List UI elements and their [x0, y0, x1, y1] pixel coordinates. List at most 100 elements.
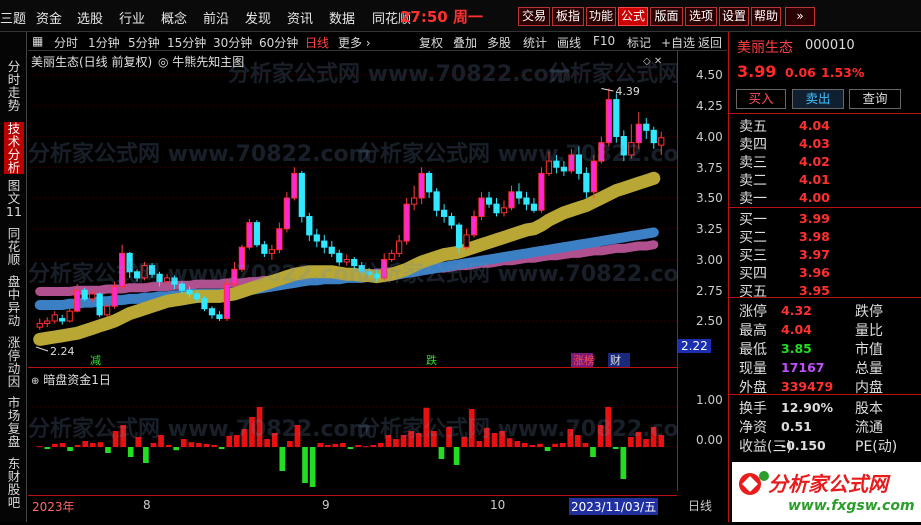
expand-icon[interactable]: ⊕ [31, 376, 39, 387]
candle-body [650, 129, 657, 144]
pane-settings-icon[interactable]: ◇ ✕ [643, 56, 662, 67]
menu-item-funds[interactable]: 资金 [36, 8, 62, 27]
candle-body [336, 252, 343, 263]
period-tab-1min[interactable]: 1分钟 [88, 34, 120, 51]
ask-price: 4.03 [799, 136, 830, 151]
settings-button[interactable]: 设置 [719, 7, 749, 26]
candle-body [470, 215, 478, 236]
candle-body [216, 314, 223, 320]
fund-bar [544, 447, 551, 451]
tool-draw[interactable]: 画线 [557, 34, 581, 51]
event-mark[interactable]: 减 [90, 354, 101, 367]
stat-value: 12.90% [781, 400, 834, 415]
formula-button[interactable]: 公式 [618, 7, 648, 26]
fund-bar [173, 447, 180, 451]
menu-item-frontier[interactable]: 前沿 [203, 8, 229, 27]
event-mark[interactable]: 财 [610, 353, 621, 367]
fund-bar [59, 443, 66, 447]
watermark-text: 分析家公式网 www.70822.com [228, 61, 572, 87]
more-menu-button[interactable]: » [785, 7, 815, 26]
sidebar-intraday-moves[interactable]: 盘中异动 [4, 275, 24, 327]
layout-button[interactable]: 版面 [650, 7, 683, 26]
buy-button[interactable]: 买入 [736, 89, 786, 109]
candle-body [478, 197, 485, 217]
stat-label: 换手 [739, 401, 767, 417]
price-change-pct: 1.53% [821, 65, 865, 80]
sidebar-intraday[interactable]: 分时走势 [4, 60, 24, 112]
watermark-text: 分析家公式网 www.70822.com [358, 261, 677, 287]
period-tab-5min[interactable]: 5分钟 [128, 34, 160, 51]
stat-label: 净资 [739, 420, 767, 436]
candlestick-chart[interactable]: 4.392.24减跌涨榜 财分析家公式网 www.70822.com分析家公式网 … [28, 51, 892, 367]
period-tab-15min[interactable]: 15分钟 [167, 34, 206, 51]
price-axis-label: 3.75 [696, 161, 723, 175]
candle-body [223, 283, 231, 320]
event-mark[interactable]: 跌 [426, 353, 437, 367]
ask-label: 卖五 [739, 119, 767, 135]
main-chart-pane[interactable]: 4.39 2.24 减跌涨榜财分析家公式网 www.70822.com 分析家公式网 … [28, 51, 892, 367]
tool-back[interactable]: 返回 [698, 34, 722, 51]
tool-stats[interactable]: 统计 [523, 34, 547, 51]
period-tab-intraday[interactable]: 分时 [54, 34, 78, 51]
ask-price: 4.04 [799, 118, 830, 133]
price-axis-label: 3.00 [696, 253, 723, 267]
menu-item-concept[interactable]: 概念 [161, 8, 187, 27]
indicator-name[interactable]: ◎ 牛熊先知主图 [158, 55, 244, 69]
low-pointer [35, 346, 49, 352]
sub-axis-label: 1.00 [696, 393, 723, 407]
fund-bar [89, 443, 96, 447]
sidebar-tech-analysis[interactable]: 技术分析 [4, 122, 24, 174]
candle-body [403, 203, 410, 242]
trade-button[interactable]: 交易 [518, 7, 550, 26]
candle-body [186, 289, 193, 295]
period-tag: 日线 [688, 499, 713, 513]
fund-bar [302, 447, 308, 483]
sub-chart-pane[interactable]: 分析家公式网 www.70822.com 分析家公式网 www.70822.com [28, 367, 702, 496]
fund-bar [552, 443, 558, 447]
price-axis: 4.50 4.25 4.00 3.75 3.50 3.25 3.00 2.75 2.50 2.22… [677, 51, 727, 491]
candle-body [583, 172, 590, 193]
function-button[interactable]: 功能 [586, 7, 616, 26]
index-button[interactable]: 板指 [552, 7, 584, 26]
tool-adjust[interactable]: 复权 [419, 34, 443, 51]
options-button[interactable]: 选项 [685, 7, 717, 26]
menu-item-industry[interactable]: 行业 [119, 8, 145, 27]
tool-add-watchlist[interactable]: +自选 [661, 34, 695, 51]
sidebar-ths[interactable]: 同花顺 [4, 227, 24, 266]
fund-bar [74, 445, 81, 447]
sidebar-market-review[interactable]: 市场复盘 [4, 396, 24, 448]
tool-f10[interactable]: F10 [593, 34, 615, 48]
sidebar-limit-reasons[interactable]: 涨停动因 [4, 336, 24, 388]
candle-body [515, 191, 523, 199]
fund-bar [36, 446, 43, 448]
period-tab-daily[interactable]: 日线 [305, 34, 329, 51]
menu-item-select[interactable]: 选股 [77, 8, 103, 27]
dark-fund-chart[interactable]: 分析家公式网 www.70822.com分析家公式网 www.70822.com [28, 368, 702, 496]
menu-item-0[interactable]: 三题 [0, 8, 26, 27]
candle-body [635, 123, 642, 144]
left-sidebar: 分时走势 技术分析 图文11 同花顺 盘中异动 涨停动因 市场复盘 东财股吧 [0, 32, 27, 522]
period-tab-30min[interactable]: 30分钟 [213, 34, 252, 51]
stat-value: 4.32 [781, 303, 812, 318]
candle-body [388, 252, 395, 261]
menu-item-news[interactable]: 资讯 [287, 8, 313, 27]
period-tab-60min[interactable]: 60分钟 [259, 34, 298, 51]
sell-button[interactable]: 卖出 [792, 89, 844, 109]
period-tab-more[interactable]: 更多 › [338, 34, 371, 51]
query-button[interactable]: 查询 [849, 89, 901, 109]
stat-label: 最高 [739, 323, 767, 339]
menu-item-discover[interactable]: 发现 [245, 8, 271, 27]
tool-mark[interactable]: 标记 [627, 34, 651, 51]
sidebar-forum[interactable]: 东财股吧 [4, 457, 24, 509]
price-axis-label: 2.50 [696, 314, 723, 328]
sidebar-graphic[interactable]: 图文11 [4, 179, 24, 218]
grid-icon[interactable]: ▦ [32, 34, 43, 48]
tool-multi-stock[interactable]: 多股 [487, 34, 511, 51]
help-button[interactable]: 帮助 [751, 7, 781, 26]
tool-overlay[interactable]: 叠加 [453, 34, 477, 51]
menu-item-data[interactable]: 数据 [329, 8, 355, 27]
event-mark[interactable]: 涨榜 [573, 353, 595, 367]
candle-body [455, 224, 463, 248]
divider [729, 394, 921, 395]
bid-label: 买一 [739, 212, 767, 228]
